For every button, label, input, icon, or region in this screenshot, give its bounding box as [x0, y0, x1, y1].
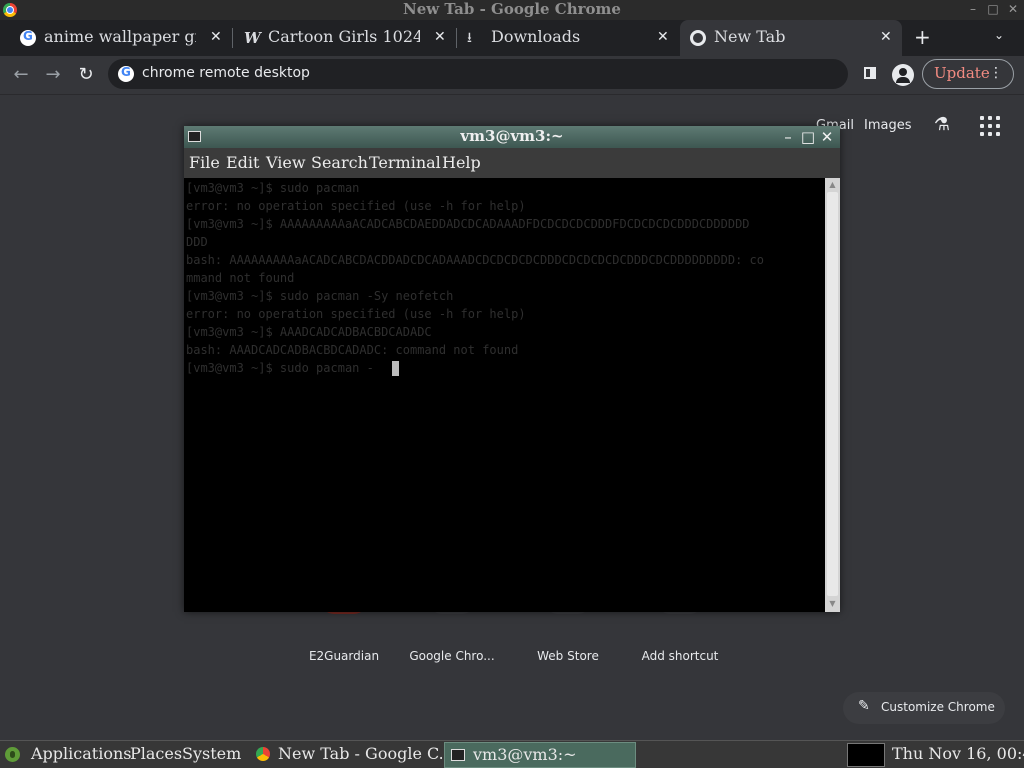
close-window-icon[interactable]: ✕	[1006, 2, 1020, 16]
reload-icon[interactable]: ↻	[75, 64, 97, 86]
scroll-down-icon[interactable]: ▼	[825, 598, 840, 610]
customize-chrome-button[interactable]: ✎ Customize Chrome	[843, 692, 1005, 724]
address-bar[interactable]: chrome remote desktop	[108, 59, 848, 89]
menu-terminal[interactable]: Terminal	[369, 153, 441, 172]
minimize-icon[interactable]: –	[966, 2, 980, 16]
tab-anime-wallpaper[interactable]: anime wallpaper girl ✕	[0, 20, 232, 56]
terminal-output[interactable]: [vm3@vm3 ~]$ sudo pacman error: no opera…	[184, 178, 825, 612]
close-tab-icon[interactable]: ✕	[657, 29, 669, 45]
terminal-scrollbar[interactable]: ▲ ▼	[825, 178, 840, 612]
terminal-window[interactable]: vm3@vm3:~ – □ ✕ File Edit View Search Te…	[184, 126, 840, 612]
terminal-line: [vm3@vm3 ~]$ sudo pacman	[186, 181, 360, 195]
terminal-cursor	[392, 361, 399, 376]
shortcut-label: Google Chro...	[409, 649, 495, 663]
clock[interactable]: Thu Nov 16, 00:48	[892, 744, 1024, 763]
terminal-menubar: File Edit View Search Terminal Help	[184, 148, 840, 178]
images-link[interactable]: Images	[864, 118, 912, 133]
google-apps-icon[interactable]	[980, 116, 1000, 136]
forward-arrow-icon[interactable]: →	[42, 64, 64, 86]
menu-search[interactable]: Search	[311, 153, 368, 172]
wallpaper-site-icon: W	[244, 29, 261, 47]
terminal-icon	[451, 749, 465, 761]
maximize-icon[interactable]: □	[986, 2, 1000, 16]
shortcut-label: Web Store	[537, 649, 599, 663]
terminal-line: [vm3@vm3 ~]$ AAADCADCADBACBDCADADC	[186, 325, 432, 339]
terminal-line: error: no operation specified (use -h fo…	[186, 307, 526, 321]
gnome-foot-icon[interactable]	[5, 747, 20, 762]
menu-help[interactable]: Help	[442, 153, 481, 172]
labs-flask-icon[interactable]: ⚗	[932, 114, 952, 136]
tab-cartoon-girls[interactable]: W Cartoon Girls 1024x768 ✕	[224, 20, 456, 56]
terminal-line: bash: AAADCADCADBACBDCADADC: command not…	[186, 343, 519, 357]
update-button-label: Update	[934, 64, 990, 82]
google-g-icon	[20, 29, 36, 46]
scroll-up-icon[interactable]: ▲	[825, 179, 840, 191]
tab-label: New Tab	[714, 27, 786, 46]
close-tab-icon[interactable]: ✕	[880, 29, 892, 45]
workspace-switcher[interactable]	[847, 743, 885, 767]
scroll-thumb[interactable]	[827, 192, 838, 596]
tab-label: Cartoon Girls 1024x768	[268, 27, 420, 46]
window-titlebar: New Tab - Google Chrome	[0, 0, 1024, 20]
tab-downloads[interactable]: ⭳ Downloads ✕	[447, 20, 679, 56]
terminal-line: error: no operation specified (use -h fo…	[186, 199, 526, 213]
terminal-line: bash: AAAAAAAAAaACADCABCDACDDADCDCADAAAD…	[186, 253, 764, 267]
terminal-line: [vm3@vm3 ~]$ sudo pacman -Sy neofetch	[186, 289, 454, 303]
terminal-line: [vm3@vm3 ~]$ sudo pacman -	[186, 361, 374, 375]
google-g-icon	[118, 65, 134, 82]
applications-menu[interactable]: Applications	[31, 744, 131, 763]
profile-avatar-icon[interactable]	[892, 64, 914, 86]
terminal-minimize-icon[interactable]: –	[780, 128, 796, 146]
terminal-close-icon[interactable]: ✕	[819, 128, 835, 146]
terminal-maximize-icon[interactable]: □	[800, 128, 816, 146]
terminal-line: [vm3@vm3 ~]$ AAAAAAAAAaACADCABCDAEDDADCD…	[186, 217, 750, 231]
more-menu-icon[interactable]: ⋮	[989, 60, 1003, 86]
terminal-title: vm3@vm3:~	[460, 127, 564, 145]
menu-file[interactable]: File	[189, 153, 220, 172]
pencil-icon: ✎	[858, 698, 870, 714]
menu-edit[interactable]: Edit	[226, 153, 259, 172]
shortcut-label: E2Guardian	[308, 649, 380, 663]
chrome-icon	[256, 747, 270, 761]
close-tab-icon[interactable]: ✕	[210, 29, 222, 45]
download-icon: ⭳	[467, 30, 472, 46]
shortcut-label: Add shortcut	[641, 649, 719, 663]
chrome-logo-icon	[3, 3, 17, 17]
tab-label: Downloads	[491, 27, 581, 46]
window-title: New Tab - Google Chrome	[403, 0, 621, 18]
terminal-titlebar[interactable]: vm3@vm3:~ – □ ✕	[184, 126, 840, 148]
side-panel-icon[interactable]	[864, 67, 876, 79]
menu-view[interactable]: View	[266, 153, 306, 172]
close-tab-icon[interactable]: ✕	[434, 29, 446, 45]
terminal-line: mmand not found	[186, 271, 295, 285]
taskbar-item-label: New Tab - Google C...	[278, 744, 442, 763]
places-menu[interactable]: Places	[130, 744, 182, 763]
tab-strip: anime wallpaper girl ✕ W Cartoon Girls 1…	[0, 20, 1024, 56]
tab-label: anime wallpaper girl	[44, 27, 196, 46]
chrome-icon	[690, 30, 706, 46]
address-bar-text: chrome remote desktop	[142, 65, 310, 81]
taskbar-item-chrome[interactable]: New Tab - Google C...	[250, 742, 442, 768]
browser-toolbar: ← → ↻ chrome remote desktop Update ⋮	[0, 56, 1024, 95]
bottom-panel: Applications Places System New Tab - Goo…	[0, 740, 1024, 768]
tab-search-chevron-icon[interactable]: ⌄	[994, 28, 1004, 42]
customize-chrome-label: Customize Chrome	[881, 700, 995, 714]
new-tab-plus-icon[interactable]: +	[914, 25, 931, 49]
back-arrow-icon[interactable]: ←	[10, 64, 32, 86]
system-menu[interactable]: System	[182, 744, 241, 763]
tab-new-tab[interactable]: New Tab ✕	[680, 20, 902, 56]
taskbar-item-label: vm3@vm3:~	[473, 745, 577, 764]
taskbar-item-terminal[interactable]: vm3@vm3:~	[444, 742, 636, 768]
update-button[interactable]: Update ⋮	[922, 59, 1014, 89]
terminal-line: DDD	[186, 235, 208, 249]
